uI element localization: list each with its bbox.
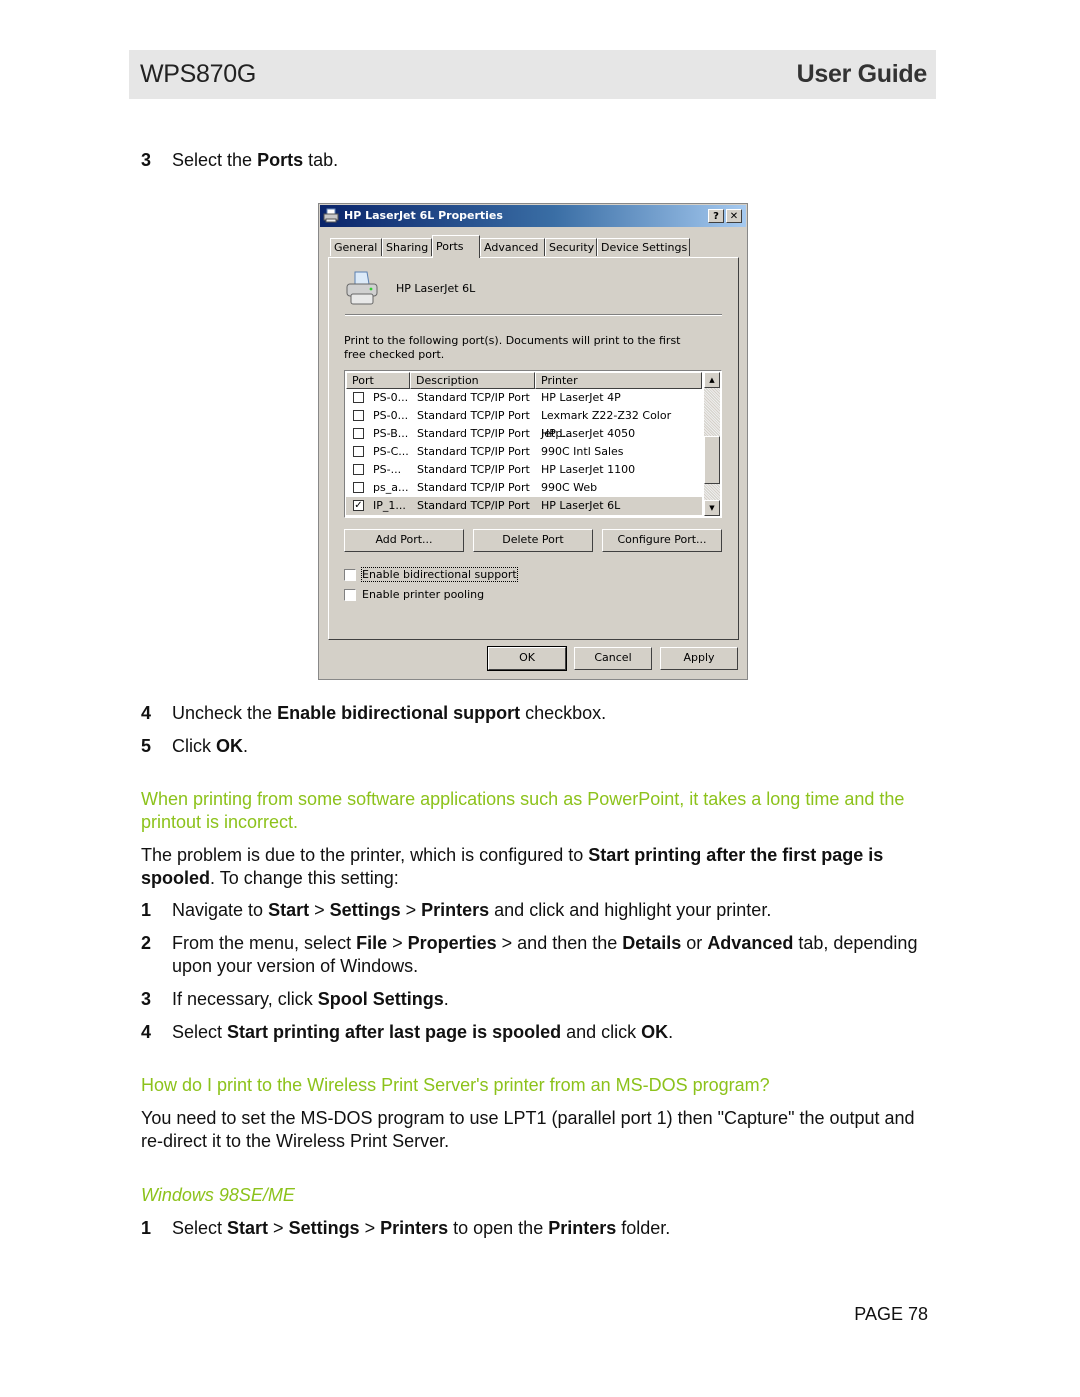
- step-number: 3: [141, 989, 152, 1009]
- faq-question: How do I print to the Wireless Print Ser…: [141, 1075, 770, 1095]
- port-name: PS-B...: [373, 427, 409, 440]
- ports-list[interactable]: Port Description Printer PS-0... Standard…: [344, 370, 722, 518]
- port-description: Standard TCP/IP Port: [417, 445, 530, 458]
- port-printer: HP LaserJet 1100: [541, 463, 636, 476]
- add-port-button[interactable]: Add Port...: [344, 529, 464, 552]
- product-name: WPS870G: [140, 60, 257, 88]
- checkbox-box[interactable]: [344, 569, 356, 581]
- printer-name: HP LaserJet 6L: [396, 282, 476, 295]
- checkbox-label[interactable]: Enable bidirectional support: [361, 567, 518, 582]
- port-description: Standard TCP/IP Port: [417, 499, 530, 512]
- faq-answer: The problem is due to the printer, which…: [141, 845, 884, 888]
- port-printer: HP LaserJet 4P: [541, 391, 621, 404]
- faq-question: When printing from some software applica…: [141, 789, 905, 832]
- port-checkbox[interactable]: [353, 392, 364, 403]
- ports-tab-panel: HP LaserJet 6L Print to the following po…: [328, 257, 739, 640]
- step-number: 3: [141, 150, 152, 170]
- step-number: 1: [141, 900, 152, 920]
- ok-button[interactable]: OK: [487, 646, 567, 671]
- port-checkbox[interactable]: [353, 464, 364, 475]
- port-name: PS-0...: [373, 409, 409, 422]
- apply-button[interactable]: Apply: [660, 647, 738, 670]
- checkbox-box[interactable]: [344, 589, 356, 601]
- port-name: PS-...: [373, 463, 402, 476]
- tab-device-settings[interactable]: Device Settings: [597, 238, 690, 256]
- help-button[interactable]: ?: [708, 209, 724, 223]
- step-text: Click OK.: [172, 736, 249, 756]
- port-description: Standard TCP/IP Port: [417, 463, 530, 476]
- document-title: User Guide: [796, 60, 928, 88]
- step-text: Navigate to Start > Settings > Printers …: [172, 900, 772, 920]
- step-text: Select the Ports tab.: [172, 150, 339, 170]
- port-name: PS-0...: [373, 391, 409, 404]
- printer-icon: [323, 208, 339, 223]
- scroll-thumb[interactable]: [704, 436, 720, 484]
- step-text: Uncheck the Enable bidirectional support…: [172, 703, 607, 723]
- port-printer: HP LaserJet 4050: [541, 427, 636, 440]
- port-description: Standard TCP/IP Port: [417, 481, 530, 494]
- delete-port-button[interactable]: Delete Port: [473, 529, 593, 552]
- step-number: 5: [141, 736, 152, 756]
- os-subheading: Windows 98SE/ME: [141, 1185, 295, 1205]
- port-checkbox[interactable]: [353, 446, 364, 457]
- faq-answer: You need to set the MS-DOS program to us…: [141, 1108, 915, 1151]
- port-description: Standard TCP/IP Port: [417, 409, 530, 422]
- port-checkbox[interactable]: [353, 410, 364, 421]
- tab-advanced[interactable]: Advanced: [480, 238, 545, 256]
- port-list-row[interactable]: ✓ IP_1... Standard TCP/IP Port HP LaserJet …: [346, 497, 702, 515]
- separator: [345, 314, 722, 316]
- step-number: 4: [141, 1022, 152, 1042]
- ports-description: Print to the following port(s). Document…: [344, 334, 681, 361]
- port-checkbox[interactable]: ✓: [353, 500, 364, 511]
- page-header: WPS870G User Guide: [129, 50, 936, 99]
- column-header-description[interactable]: Description: [410, 372, 535, 389]
- port-list-row[interactable]: ps_a... Standard TCP/IP Port 990C Web: [346, 479, 702, 497]
- tab-general[interactable]: General: [330, 238, 382, 256]
- port-printer: HP LaserJet 6L: [541, 499, 621, 512]
- step-number: 2: [141, 933, 152, 953]
- column-header-port[interactable]: Port: [346, 372, 410, 389]
- port-checkbox[interactable]: [353, 482, 364, 493]
- cancel-button[interactable]: Cancel: [574, 647, 652, 670]
- step-text: From the menu, select File > Properties …: [172, 933, 918, 976]
- step-text: Select Start printing after last page is…: [172, 1022, 674, 1042]
- list-header: Port Description Printer: [346, 372, 702, 389]
- tab-security[interactable]: Security: [545, 238, 597, 256]
- dialog-titlebar[interactable]: HP LaserJet 6L Properties ? ✕: [320, 205, 746, 227]
- port-description: Standard TCP/IP Port: [417, 427, 530, 440]
- dialog-title: HP LaserJet 6L Properties: [344, 209, 503, 222]
- step-text: If necessary, click Spool Settings.: [172, 989, 449, 1009]
- port-name: PS-C...: [373, 445, 409, 458]
- column-header-printer[interactable]: Printer: [535, 372, 702, 389]
- close-button[interactable]: ✕: [726, 209, 742, 223]
- step-number: 4: [141, 703, 152, 723]
- step-text: Select Start > Settings > Printers to op…: [172, 1218, 671, 1238]
- checkbox-label[interactable]: Enable printer pooling: [362, 588, 484, 601]
- tab-sharing[interactable]: Sharing: [382, 238, 432, 256]
- scroll-up-arrow-icon[interactable]: ▲: [704, 372, 720, 388]
- port-checkbox[interactable]: [353, 428, 364, 439]
- port-list-row[interactable]: PS-B... Standard TCP/IP Port HP LaserJet 4…: [346, 425, 702, 443]
- step-number: 1: [141, 1218, 152, 1238]
- port-printer: 990C Web: [541, 481, 598, 494]
- port-list-row[interactable]: PS-C... Standard TCP/IP Port 990C Intl Sal…: [346, 443, 702, 461]
- port-list-row[interactable]: PS-0... Standard TCP/IP Port Lexmark Z22-Z…: [346, 407, 702, 440]
- printer-icon: [346, 271, 378, 305]
- port-name: ps_a...: [373, 481, 409, 494]
- tab-ports[interactable]: Ports: [432, 235, 480, 258]
- list-scrollbar[interactable]: ▲ ▼: [704, 372, 720, 516]
- page-number: PAGE 78: [854, 1304, 928, 1324]
- port-list-row[interactable]: PS-0... Standard TCP/IP Port HP LaserJet 4…: [346, 389, 702, 407]
- printer-properties-dialog: HP LaserJet 6L Properties ? ✕ General Sh…: [318, 203, 748, 680]
- port-description: Standard TCP/IP Port: [417, 391, 530, 404]
- configure-port-button[interactable]: Configure Port...: [602, 529, 722, 552]
- port-printer: 990C Intl Sales: [541, 445, 624, 458]
- port-name: IP_1...: [373, 499, 406, 512]
- scroll-down-arrow-icon[interactable]: ▼: [704, 500, 720, 516]
- port-list-row[interactable]: PS-... Standard TCP/IP Port HP LaserJet 11…: [346, 461, 702, 479]
